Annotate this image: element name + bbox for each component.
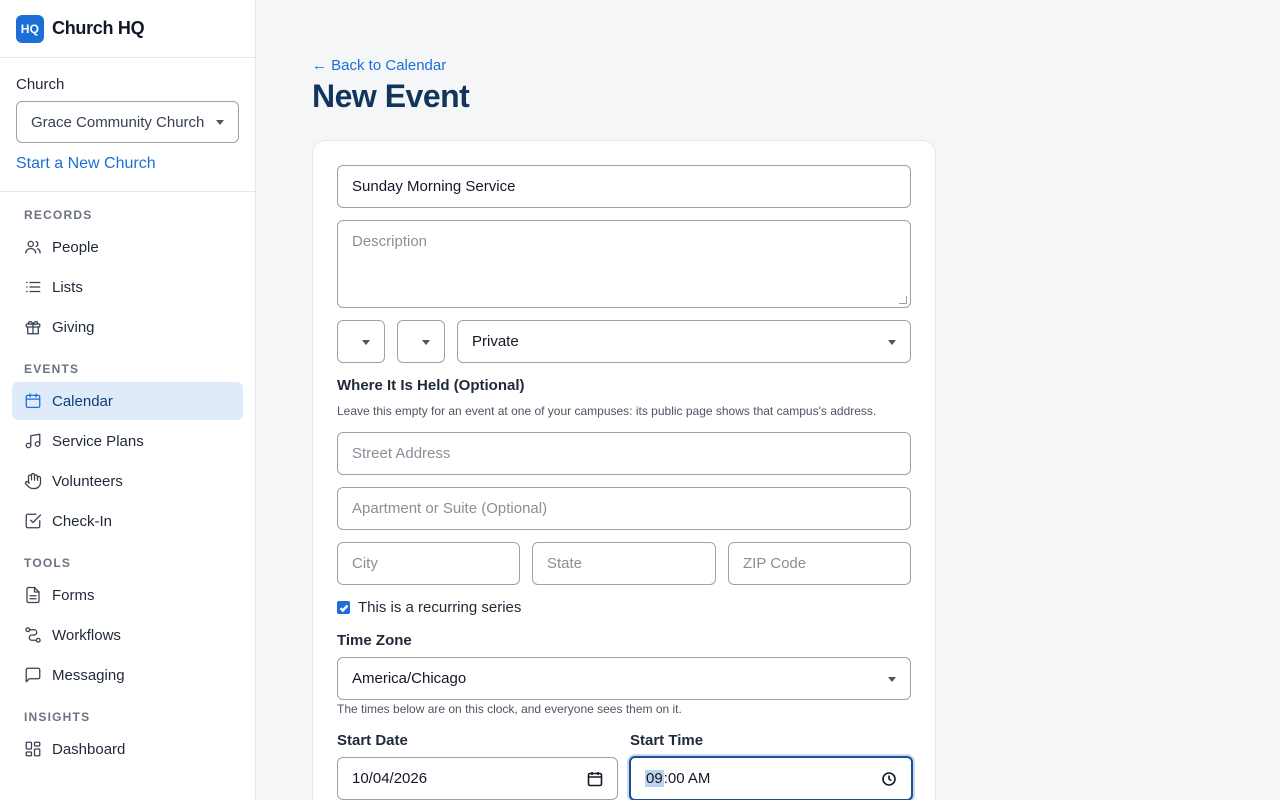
start-time-hour[interactable]: 09 — [645, 770, 664, 787]
description-textarea[interactable]: Description — [337, 220, 911, 308]
start-date-input[interactable]: 10/04/2026 — [337, 757, 618, 800]
church-select-value: Grace Community Church (Austin) — [31, 113, 206, 131]
calendar-icon[interactable] — [587, 771, 603, 787]
sidebar-item-forms[interactable]: Forms — [12, 576, 243, 614]
sidebar-item-volunteers[interactable]: Volunteers — [12, 462, 243, 500]
sidebar-item-people[interactable]: People — [12, 228, 243, 266]
sidebar-item-dashboard[interactable]: Dashboard — [12, 730, 243, 768]
state-input[interactable]: State — [532, 542, 716, 585]
checkmark-icon — [339, 604, 348, 612]
sidebar-item-label: Workflows — [52, 626, 121, 644]
timezone-hint: The times below are on this clock, and e… — [337, 702, 682, 716]
sidebar-item-messaging[interactable]: Messaging — [12, 656, 243, 694]
start-new-church-link[interactable]: Start a New Church — [16, 155, 239, 173]
chevron-down-icon — [362, 339, 370, 345]
sidebar-item-label: Check-In — [52, 512, 113, 530]
new-event-form: Sunday Morning Service Description Priva… — [312, 140, 936, 800]
apartment-placeholder: Apartment or Suite (Optional) — [352, 500, 548, 517]
sidebar-item-label: Giving — [52, 318, 95, 336]
sidebar-nav: RECORDS People Lists Giving EVENTS Calen… — [0, 208, 255, 768]
sidebar-item-lists[interactable]: Lists — [12, 268, 243, 306]
resize-handle-icon[interactable] — [899, 296, 907, 304]
church-select[interactable]: Grace Community Church (Austin) — [16, 101, 239, 143]
timezone-value: America/Chicago — [352, 670, 467, 687]
workflow-icon — [25, 627, 41, 643]
sidebar-item-label: Dashboard — [52, 740, 126, 758]
brand-logo: HQ — [16, 14, 44, 43]
sidebar-item-label: Lists — [52, 278, 83, 296]
brand-name: Church HQ — [52, 18, 145, 38]
check-square-icon — [25, 513, 42, 529]
sidebar-item-label: Calendar — [52, 392, 113, 410]
city-input[interactable]: City — [337, 542, 520, 585]
sidebar-item-service-plans[interactable]: Service Plans — [12, 422, 243, 460]
dashboard-icon — [25, 741, 41, 757]
sidebar-item-check-in[interactable]: Check-In — [12, 502, 243, 540]
description-placeholder: Description — [352, 233, 428, 250]
chevron-down-icon — [422, 339, 430, 345]
start-date-value: 10/04/2026 — [352, 770, 428, 787]
street-placeholder: Street Address — [352, 445, 451, 462]
state-placeholder: State — [547, 555, 583, 572]
location-heading: Where It Is Held (Optional) — [337, 377, 525, 394]
nav-heading-insights: INSIGHTS — [24, 710, 91, 724]
music-note-icon — [25, 433, 41, 449]
people-icon — [25, 240, 41, 254]
chevron-down-icon — [888, 339, 896, 345]
sidebar-item-giving[interactable]: Giving — [12, 308, 243, 346]
visibility-value: Private — [472, 333, 519, 350]
start-time-input[interactable]: 09 :00 AM — [629, 756, 913, 800]
document-icon — [26, 586, 40, 604]
sidebar-item-workflows[interactable]: Workflows — [12, 616, 243, 654]
sidebar-item-label: Volunteers — [52, 472, 123, 490]
zip-input[interactable]: ZIP Code — [728, 542, 911, 585]
apartment-input[interactable]: Apartment or Suite (Optional) — [337, 487, 911, 530]
sidebar-item-label: People — [52, 238, 99, 256]
list-icon — [25, 281, 41, 293]
event-name-input[interactable]: Sunday Morning Service — [337, 165, 911, 208]
main-content: ← Back to Calendar New Event Sunday Morn… — [256, 0, 1280, 800]
nav-heading-events: EVENTS — [24, 362, 80, 376]
location-hint: Leave this empty for an event at one of … — [337, 404, 877, 418]
church-switcher: Church Grace Community Church (Austin) S… — [0, 58, 255, 192]
clock-icon[interactable] — [881, 771, 897, 787]
color-select[interactable] — [397, 320, 445, 363]
back-to-calendar-link[interactable]: ← Back to Calendar — [312, 57, 446, 74]
event-name-value: Sunday Morning Service — [352, 178, 516, 195]
sidebar-item-label: Service Plans — [52, 432, 144, 450]
timezone-select[interactable]: America/Chicago — [337, 657, 911, 700]
start-date-label: Start Date — [337, 732, 408, 749]
sidebar-item-label: Forms — [52, 586, 95, 604]
chevron-down-icon — [216, 120, 224, 125]
sidebar-item-calendar[interactable]: Calendar — [12, 382, 243, 420]
recurring-checkbox-row[interactable]: This is a recurring series — [337, 599, 521, 616]
page-title: New Event — [312, 78, 470, 114]
visibility-select[interactable]: Private — [457, 320, 911, 363]
street-address-input[interactable]: Street Address — [337, 432, 911, 475]
message-icon — [25, 667, 41, 683]
hand-icon — [24, 472, 42, 490]
recurring-label: This is a recurring series — [358, 599, 522, 616]
nav-heading-tools: TOOLS — [24, 556, 72, 570]
sidebar: HQ Church HQ Church Grace Community Chur… — [0, 0, 256, 800]
calendar-icon — [25, 393, 41, 409]
sidebar-item-label: Messaging — [52, 666, 125, 684]
zip-placeholder: ZIP Code — [743, 555, 807, 572]
start-time-label: Start Time — [630, 732, 704, 749]
timezone-label: Time Zone — [337, 632, 412, 649]
church-label: Church — [16, 76, 65, 93]
recurring-checkbox[interactable] — [337, 601, 350, 614]
brand[interactable]: HQ Church HQ — [0, 0, 255, 58]
start-time-rest: :00 AM — [663, 770, 711, 787]
nav-heading-records: RECORDS — [24, 208, 93, 222]
chevron-down-icon — [888, 676, 896, 682]
category-select[interactable] — [337, 320, 385, 363]
gift-icon — [25, 320, 41, 335]
city-placeholder: City — [352, 555, 378, 572]
